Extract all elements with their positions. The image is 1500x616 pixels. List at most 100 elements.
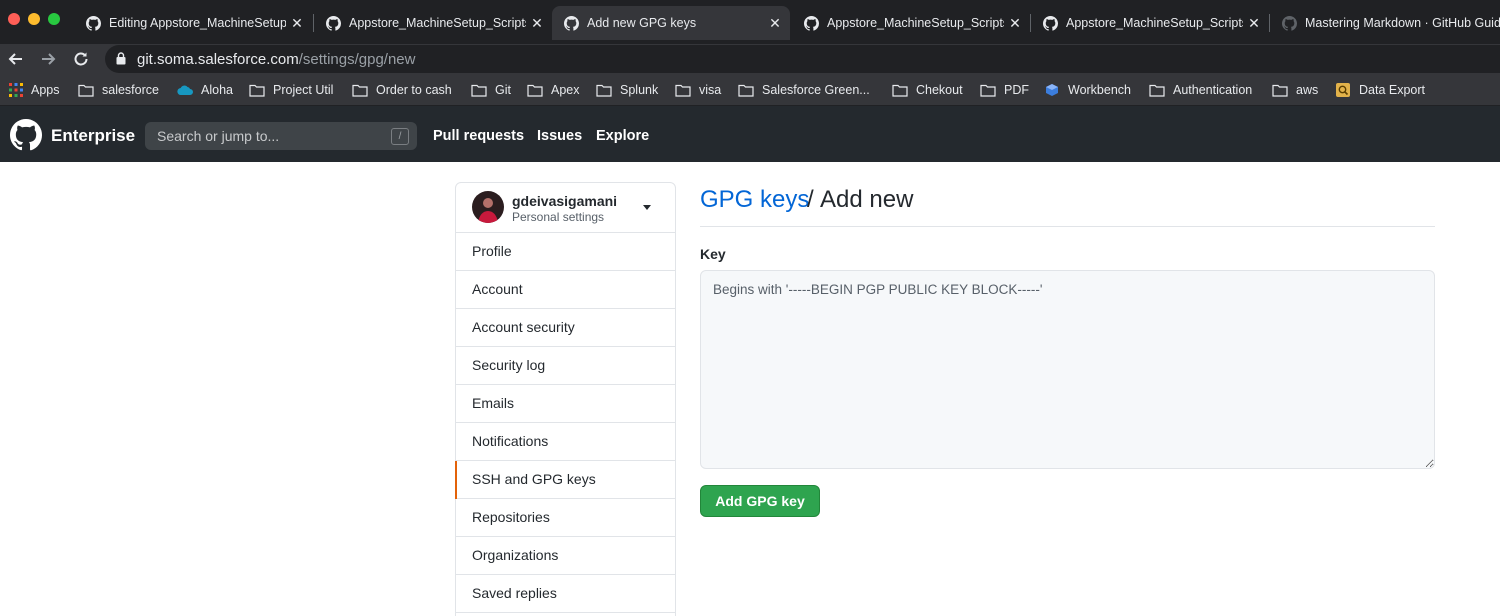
search-input[interactable]: Search or jump to... / xyxy=(145,122,417,150)
breadcrumb-separator: / xyxy=(807,186,814,213)
bookmark-label: PDF xyxy=(1004,83,1029,97)
address-bar[interactable]: git.soma.salesforce.com/settings/gpg/new xyxy=(105,45,1500,73)
sidebar-item-organizations[interactable]: Organizations xyxy=(456,537,675,575)
minimize-window-button[interactable] xyxy=(28,13,40,25)
bookmark-label: Order to cash xyxy=(376,83,452,97)
page-heading: GPG keys / Add new xyxy=(700,182,1435,227)
bookmark-aloha[interactable]: Aloha xyxy=(177,81,233,99)
key-label: Key xyxy=(700,246,726,262)
bookmark-folder-order-to-cash[interactable]: Order to cash xyxy=(352,81,452,99)
sidebar-item-notifications[interactable]: Notifications xyxy=(456,423,675,461)
salesforce-cloud-icon xyxy=(177,85,193,96)
bookmark-label: Apps xyxy=(31,83,60,97)
sidebar-item-ssh-gpg-keys[interactable]: SSH and GPG keys xyxy=(455,461,675,499)
reload-icon[interactable] xyxy=(71,49,91,69)
bookmark-label: aws xyxy=(1296,83,1319,97)
folder-icon xyxy=(1272,84,1288,97)
bookmarks-bar: Apps salesforce Aloha Project Util Order… xyxy=(0,74,1500,106)
add-gpg-key-button[interactable]: Add GPG key xyxy=(700,485,820,517)
bookmark-label: Splunk xyxy=(620,83,659,97)
bookmark-folder-chekout[interactable]: Chekout xyxy=(892,81,963,99)
close-icon[interactable]: ✕ xyxy=(286,15,308,32)
bookmark-folder-apex[interactable]: Apex xyxy=(527,81,580,99)
browser-tab[interactable]: Editing Appstore_MachineSetup_Scripts ✕ xyxy=(74,6,312,40)
bookmark-folder-pdf[interactable]: PDF xyxy=(980,81,1029,99)
close-icon[interactable]: ✕ xyxy=(526,15,548,32)
bookmark-label: visa xyxy=(699,83,722,97)
folder-icon xyxy=(352,84,368,97)
bookmark-label: Data Export xyxy=(1359,83,1426,97)
apps-grid-icon xyxy=(9,83,23,97)
folder-icon xyxy=(596,84,612,97)
sidebar-item-repositories[interactable]: Repositories xyxy=(456,499,675,537)
github-icon xyxy=(86,15,101,31)
sidebar-item-account[interactable]: Account xyxy=(456,271,675,309)
bookmark-label: Authentication xyxy=(1173,83,1253,97)
lock-icon xyxy=(116,52,126,65)
forward-arrow-icon[interactable] xyxy=(38,49,58,69)
nav-pull-requests[interactable]: Pull requests xyxy=(433,128,524,144)
sidebar-item-security-log[interactable]: Security log xyxy=(456,347,675,385)
brand-label[interactable]: Enterprise xyxy=(51,126,135,146)
bookmark-folder-salesforce[interactable]: salesforce xyxy=(78,81,159,99)
bookmark-label: Chekout xyxy=(916,83,963,97)
sidebar-item-saved-replies[interactable]: Saved replies xyxy=(456,575,675,613)
bookmark-label: Workbench xyxy=(1068,83,1131,97)
bookmark-workbench[interactable]: Workbench xyxy=(1044,81,1131,99)
close-icon[interactable]: ✕ xyxy=(1004,15,1026,32)
page-title: Add new xyxy=(820,186,914,213)
sidebar-item-account-security[interactable]: Account security xyxy=(456,309,675,347)
browser-tab-active[interactable]: Add new GPG keys ✕ xyxy=(552,6,790,40)
bookmark-folder-aws[interactable]: aws xyxy=(1272,81,1318,99)
browser-tab[interactable]: Appstore_MachineSetup_Scripts ✕ xyxy=(1031,6,1269,40)
folder-icon xyxy=(738,84,754,97)
url-host: git.soma.salesforce.com xyxy=(137,51,299,68)
browser-toolbar: git.soma.salesforce.com/settings/gpg/new xyxy=(0,44,1500,74)
github-header: Enterprise Search or jump to... / Pull r… xyxy=(0,106,1500,162)
settings-sidebar: gdeivasigamani Personal settings Profile… xyxy=(455,182,676,616)
bookmark-label: Project Util xyxy=(273,83,334,97)
bookmark-folder-authentication[interactable]: Authentication xyxy=(1149,81,1252,99)
tab-title: Appstore_MachineSetup_Scripts xyxy=(349,16,526,30)
bookmark-folder-splunk[interactable]: Splunk xyxy=(596,81,658,99)
tab-title: Add new GPG keys xyxy=(587,16,697,30)
folder-icon xyxy=(471,84,487,97)
sidebar-item-profile[interactable]: Profile xyxy=(456,233,675,271)
folder-icon xyxy=(892,84,908,97)
browser-tab[interactable]: Appstore_MachineSetup_Scripts ✕ xyxy=(314,6,552,40)
tab-title: Editing Appstore_MachineSetup_Scripts xyxy=(109,16,286,30)
account-switcher[interactable]: gdeivasigamani Personal settings xyxy=(456,183,675,233)
bookmark-folder-project-util[interactable]: Project Util xyxy=(249,81,333,99)
maximize-window-button[interactable] xyxy=(48,13,60,25)
bookmark-label: Apex xyxy=(551,83,580,97)
bookmark-apps[interactable]: Apps xyxy=(9,81,60,99)
bookmark-folder-git[interactable]: Git xyxy=(471,81,511,99)
url-path: /settings/gpg/new xyxy=(298,51,416,68)
bookmark-label: salesforce xyxy=(102,83,159,97)
github-icon xyxy=(1282,15,1297,31)
bookmark-folder-salesforce-green[interactable]: Salesforce Green... xyxy=(738,81,870,99)
folder-icon xyxy=(675,84,691,97)
bookmark-folder-visa[interactable]: visa xyxy=(675,81,721,99)
avatar xyxy=(472,191,504,223)
close-window-button[interactable] xyxy=(8,13,20,25)
workbench-cube-icon xyxy=(1046,84,1058,96)
github-icon xyxy=(1043,15,1058,31)
bookmark-label: Git xyxy=(495,83,511,97)
folder-icon xyxy=(1149,84,1165,97)
browser-tab[interactable]: Mastering Markdown · GitHub Guides xyxy=(1270,6,1500,40)
nav-explore[interactable]: Explore xyxy=(596,128,649,144)
personal-settings-label: Personal settings xyxy=(512,210,605,224)
caret-down-icon[interactable] xyxy=(643,205,651,210)
gpg-keys-link[interactable]: GPG keys xyxy=(700,186,809,214)
bookmark-data-export[interactable]: Data Export xyxy=(1335,81,1425,99)
github-logo-icon[interactable] xyxy=(10,119,42,151)
folder-icon xyxy=(527,84,543,97)
gpg-key-textarea[interactable] xyxy=(700,270,1435,469)
close-icon[interactable]: ✕ xyxy=(764,15,786,32)
nav-issues[interactable]: Issues xyxy=(537,128,582,144)
browser-tab[interactable]: Appstore_MachineSetup_Scripts ✕ xyxy=(792,6,1030,40)
close-icon[interactable]: ✕ xyxy=(1243,15,1265,32)
back-arrow-icon[interactable] xyxy=(6,49,26,69)
sidebar-item-emails[interactable]: Emails xyxy=(456,385,675,423)
